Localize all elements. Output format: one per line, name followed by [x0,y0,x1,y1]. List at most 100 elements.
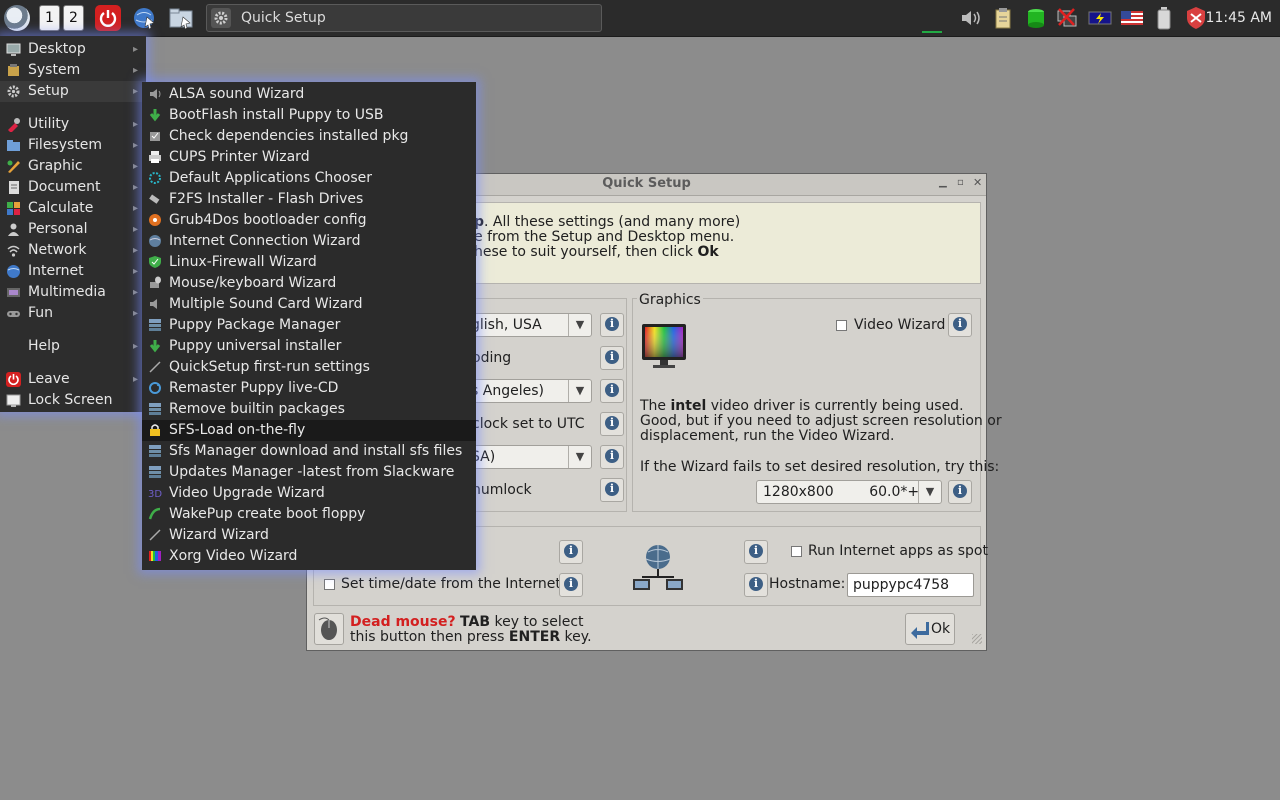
drive-icon[interactable] [1023,5,1049,31]
setup-menu-item-linux-firewall-wizard[interactable]: Linux-Firewall Wizard [142,252,476,273]
main-menu-item-system[interactable]: System ▸ [0,60,146,81]
main-menu-item-label: Graphic [28,158,83,174]
taskbar-task-quick-setup[interactable]: Quick Setup [206,4,602,32]
setup-menu-item-f2fs-installer-flash-drives[interactable]: F2FS Installer - Flash Drives [142,189,476,210]
main-menu-item-graphic[interactable]: Graphic ▸ [0,156,146,177]
main-menu-item-fun[interactable]: Fun ▸ [0,303,146,324]
setup-menu-item-updates-manager-latest-from-slackware[interactable]: Updates Manager -latest from Slackware [142,462,476,483]
main-menu-item-help[interactable]: Help ▸ [0,336,146,357]
setup-menu-item-sfs-manager-download-and-install-sfs-files[interactable]: Sfs Manager download and install sfs fil… [142,441,476,462]
main-menu-item-desktop[interactable]: Desktop ▸ [0,39,146,60]
printer-icon [148,150,162,164]
setup-menu-item-check-dependencies-installed-pkg[interactable]: Check dependencies installed pkg [142,126,476,147]
main-menu-item-multimedia[interactable]: Multimedia ▸ [0,282,146,303]
close-button[interactable]: ✕ [973,176,982,189]
menu-logo-icon[interactable] [4,5,30,31]
main-menu-item-internet[interactable]: Internet ▸ [0,261,146,282]
setup-menu-item-sfs-load-on-the-fly[interactable]: SFS-Load on-the-fly [142,420,476,441]
cpu-load-indicator [922,31,942,33]
workspace-2[interactable]: 2 [63,5,84,31]
setup-menu-item-remaster-puppy-live-cd[interactable]: Remaster Puppy live-CD [142,378,476,399]
setup-menu-item-wizard-wizard[interactable]: Wizard Wizard [142,525,476,546]
chevron-right-icon: ▸ [132,161,138,172]
numlock-info-button[interactable] [600,478,624,502]
main-menu-item-calculate[interactable]: Calculate ▸ [0,198,146,219]
chevron-down-icon: ▼ [568,314,591,336]
setup-menu-item-alsa-sound-wizard[interactable]: ALSA sound Wizard [142,84,476,105]
setup-menu-item-video-upgrade-wizard[interactable]: 3D Video Upgrade Wizard [142,483,476,504]
chevron-right-icon: ▸ [132,245,138,256]
setup-menu-item-puppy-universal-installer[interactable]: Puppy universal installer [142,336,476,357]
minimize-button[interactable]: ▁ [939,177,947,188]
keyboard-combo[interactable]: SA) ▼ [464,445,592,469]
main-menu-item-setup[interactable]: Setup ▸ [0,81,146,102]
setup-menu-item-xorg-video-wizard[interactable]: Xorg Video Wizard [142,546,476,567]
power-icon[interactable] [95,5,121,31]
maximize-button[interactable]: ▫ [957,177,964,188]
setup-menu-item-label: Xorg Video Wizard [169,548,298,564]
chevron-right-icon: ▸ [132,341,138,352]
network-info-button-2[interactable] [744,540,768,564]
main-menu-item-utility[interactable]: Utility ▸ [0,114,146,135]
timezone-info-button[interactable] [600,379,624,403]
setup-menu-item-puppy-package-manager[interactable]: Puppy Package Manager [142,315,476,336]
main-menu-item-document[interactable]: Document ▸ [0,177,146,198]
main-menu-item-label: Leave [28,371,70,387]
main-menu-item-lock-screen[interactable]: Lock Screen [0,390,146,411]
battery-icon[interactable] [1151,5,1177,31]
network-disconnected-icon[interactable] [1054,5,1080,31]
volume-icon[interactable] [958,5,984,31]
main-menu-item-network[interactable]: Network ▸ [0,240,146,261]
wand-icon [148,360,162,374]
video-wizard-checkbox[interactable] [836,320,847,331]
dead-mouse-button[interactable] [314,613,344,645]
resize-grip[interactable] [972,634,982,644]
setup-menu-item-mouse-keyboard-wizard[interactable]: Mouse/keyboard Wizard [142,273,476,294]
workspace-1[interactable]: 1 [39,5,60,31]
setup-menu-item-label: Sfs Manager download and install sfs fil… [169,443,463,459]
clipboard-icon[interactable] [990,5,1016,31]
set-time-info-button[interactable] [559,573,583,597]
setup-menu-item-cups-printer-wizard[interactable]: CUPS Printer Wizard [142,147,476,168]
chevron-right-icon: ▸ [132,308,138,319]
setup-menu-item-default-applications-chooser[interactable]: Default Applications Chooser [142,168,476,189]
main-menu-item-leave[interactable]: Leave ▸ [0,369,146,390]
hostname-input[interactable]: puppypc4758 [847,573,974,597]
intro-line-1: p. All these settings (and many more) [474,214,741,230]
setup-gear-icon [6,84,21,99]
setup-menu-item-grub4dos-bootloader-config[interactable]: Grub4Dos bootloader config [142,210,476,231]
set-time-checkbox[interactable] [324,579,335,590]
utc-info-button[interactable] [600,412,624,436]
keyboard-layout-us-flag-icon[interactable] [1119,5,1145,31]
file-manager-icon[interactable] [168,5,194,31]
setup-menu-item-internet-connection-wizard[interactable]: Internet Connection Wizard [142,231,476,252]
browser-globe-icon[interactable] [132,5,158,31]
run-as-spot-checkbox[interactable] [791,546,802,557]
utc-clock-label: clock set to UTC [472,416,585,432]
setup-menu-item-multiple-sound-card-wizard[interactable]: Multiple Sound Card Wizard [142,294,476,315]
resolution-info-button[interactable] [948,480,972,504]
network-info-button-1[interactable] [559,540,583,564]
hostname-info-button[interactable] [744,573,768,597]
main-menu-item-personal[interactable]: Personal ▸ [0,219,146,240]
main-menu-item-label: Filesystem [28,137,103,153]
coding-info-button[interactable] [600,346,624,370]
main-menu-item-filesystem[interactable]: Filesystem ▸ [0,135,146,156]
video-wizard-info-button[interactable] [948,313,972,337]
keyboard-info-button[interactable] [600,445,624,469]
clock[interactable]: 11:45 AM [1206,10,1272,26]
locale-combo[interactable]: glish, USA ▼ [464,313,592,337]
resolution-combo[interactable]: 1280x800 60.0*+ ▼ [756,480,942,504]
timezone-combo[interactable]: s Angeles) ▼ [464,379,592,403]
setup-menu-item-bootflash-install-puppy-to-usb[interactable]: BootFlash install Puppy to USB [142,105,476,126]
setup-menu-item-wakepup-create-boot-floppy[interactable]: WakePup create boot floppy [142,504,476,525]
locale-info-button[interactable] [600,313,624,337]
system-icon [6,63,21,78]
setup-menu-item-label: Linux-Firewall Wizard [169,254,317,270]
xorg-video-icon [148,549,162,563]
driver-status-line-1: The intel video driver is currently bein… [640,398,964,414]
setup-menu-item-quicksetup-first-run-settings[interactable]: QuickSetup first-run settings [142,357,476,378]
setup-menu-item-remove-builtin-packages[interactable]: Remove builtin packages [142,399,476,420]
ok-button[interactable]: Ok [905,613,955,645]
power-cord-icon[interactable] [1087,5,1113,31]
